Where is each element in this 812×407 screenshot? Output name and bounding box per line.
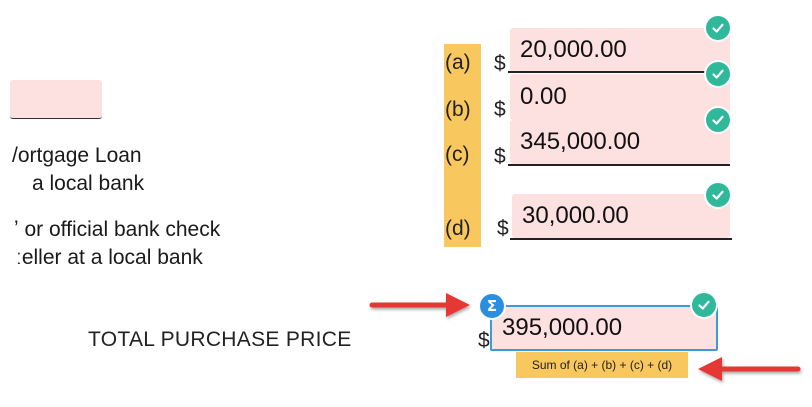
mortgage-loan-text: /ortgage Loan [12,144,142,167]
total-dollar: $ [478,329,490,352]
row-a-letter: (a) [445,51,471,74]
row-d-dollar: $ [497,217,509,240]
amount-underline-c [508,164,730,166]
row-c-dollar: $ [494,145,506,168]
check-circle-icon [706,62,730,86]
amount-field-b[interactable]: 0.00 [510,74,730,120]
check-circle-icon [692,293,716,317]
check-circle-icon [706,183,730,207]
amount-field-c[interactable]: 345,000.00 [510,120,730,164]
empty-text-field[interactable] [10,80,102,119]
amount-field-a[interactable]: 20,000.00 [510,28,730,72]
row-a-dollar: $ [494,52,506,75]
arrow-icon [369,293,470,317]
row-b-dollar: $ [494,98,506,121]
local-bank-text: a local bank [32,172,145,195]
formula-note: Sum of (a) + (b) + (c) + (d) [516,352,688,378]
amount-underline-d [510,238,732,240]
row-c-letter: (c) [445,143,470,166]
seller-bank-text: ːeller at a local bank [16,246,203,269]
row-d-letter: (d) [445,217,471,240]
amount-field-d[interactable]: 30,000.00 [512,194,730,238]
amount-underline-a [508,71,730,73]
total-purchase-price-label: TOTAL PURCHASE PRICE [88,328,352,351]
check-circle-icon [706,108,730,132]
total-price-value: 395,000.00 [502,314,623,341]
sigma-glyph: Σ [486,297,498,315]
formula-note-text: Sum of (a) + (b) + (c) + (d) [531,358,673,372]
total-price-field[interactable]: 395,000.00 [490,305,718,351]
amount-field-c-value: 345,000.00 [520,128,641,155]
bank-check-text: ʼ or official bank check [14,218,221,241]
arrow-icon [698,357,801,381]
amount-field-d-value: 30,000.00 [522,202,629,229]
row-b-letter: (b) [445,98,471,121]
amount-field-a-value: 20,000.00 [520,36,627,63]
amount-field-b-value: 0.00 [520,83,567,110]
check-circle-icon [706,16,730,40]
sigma-icon[interactable]: Σ [480,294,504,318]
